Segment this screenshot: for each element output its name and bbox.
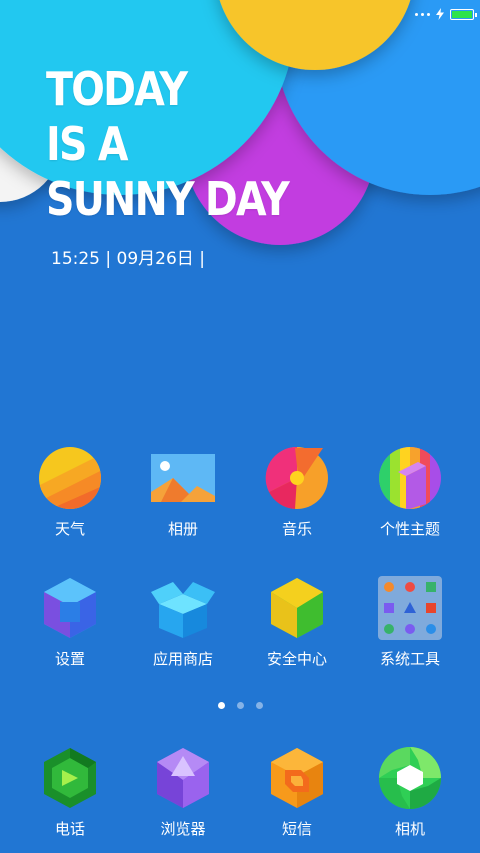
browser-icon (151, 746, 215, 810)
app-label: 电话 (54, 820, 85, 838)
app-gallery[interactable]: 相册 (123, 446, 243, 539)
battery-icon (450, 8, 477, 20)
app-phone[interactable]: 电话 (10, 746, 130, 839)
app-label: 天气 (54, 520, 85, 538)
app-label: 系统工具 (379, 650, 440, 668)
headline-line: IS A (46, 117, 128, 171)
app-weather[interactable]: 天气 (10, 446, 130, 539)
app-music[interactable]: 音乐 (237, 446, 357, 539)
app-label: 设置 (54, 650, 85, 668)
charging-icon (436, 8, 444, 20)
wallpaper-headline: TODAY IS A SUNNY DAY (46, 62, 290, 227)
app-label: 个性主题 (379, 520, 440, 538)
clock-date[interactable]: 15:25 | 09月26日 | (51, 244, 205, 269)
app-camera[interactable]: 相机 (350, 746, 470, 839)
system-tools-folder-icon (378, 576, 442, 640)
app-label: 安全中心 (266, 650, 327, 668)
app-label: 相机 (394, 820, 425, 838)
app-label: 相册 (167, 520, 198, 538)
settings-icon (38, 576, 102, 640)
app-label: 音乐 (281, 520, 312, 538)
themes-icon (378, 446, 442, 510)
page-dot[interactable] (217, 702, 225, 709)
weather-icon (38, 446, 102, 510)
app-browser[interactable]: 浏览器 (123, 746, 243, 839)
phone-icon (38, 746, 102, 810)
headline-line: TODAY (46, 62, 188, 116)
gallery-icon (151, 446, 215, 510)
status-bar (415, 6, 477, 22)
messages-icon (265, 746, 329, 810)
app-security-center[interactable]: 安全中心 (237, 576, 357, 669)
app-label: 应用商店 (152, 650, 213, 668)
battery-level (452, 10, 472, 18)
app-label: 浏览器 (160, 820, 206, 838)
music-icon (265, 446, 329, 510)
page-dot[interactable] (236, 702, 244, 709)
app-settings[interactable]: 设置 (10, 576, 130, 669)
camera-icon (378, 746, 442, 810)
security-center-icon (265, 576, 329, 640)
app-messages[interactable]: 短信 (237, 746, 357, 839)
app-store[interactable]: 应用商店 (123, 576, 243, 669)
headline-line: SUNNY DAY (46, 172, 290, 226)
app-label: 短信 (281, 820, 312, 838)
folder-system-tools[interactable]: 系统工具 (350, 576, 470, 669)
app-themes[interactable]: 个性主题 (350, 446, 470, 539)
app-store-icon (151, 576, 215, 640)
page-indicator[interactable] (0, 702, 480, 709)
page-dot[interactable] (255, 702, 263, 709)
more-dots-icon (415, 12, 430, 16)
